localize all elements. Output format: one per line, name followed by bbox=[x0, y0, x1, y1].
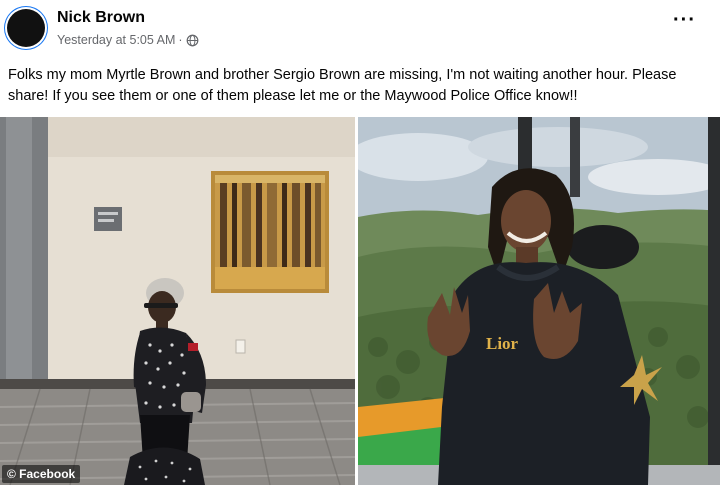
meta-separator: · bbox=[178, 33, 183, 47]
post-text: Folks my mom Myrtle Brown and brother Se… bbox=[8, 67, 677, 104]
post-meta: Yesterday at 5:05 AM · bbox=[57, 33, 199, 47]
globe-icon bbox=[186, 34, 198, 46]
more-options-button[interactable]: ··· bbox=[673, 10, 696, 30]
man-photo-image: Lior bbox=[358, 117, 720, 485]
profile-avatar[interactable] bbox=[7, 9, 45, 47]
photo-grid: © Facebook Lior bbox=[0, 117, 720, 485]
woman-photo-image bbox=[0, 117, 355, 485]
post-timestamp[interactable]: Yesterday at 5:05 AM bbox=[57, 33, 175, 47]
post-header: Nick Brown Yesterday at 5:05 AM · ··· bbox=[0, 0, 720, 62]
photo-left[interactable]: © Facebook bbox=[0, 117, 355, 485]
author-name[interactable]: Nick Brown bbox=[57, 9, 145, 27]
photo-right[interactable]: Lior bbox=[358, 117, 720, 485]
facebook-watermark: © Facebook bbox=[2, 465, 81, 483]
hoodie-logo-text: Lior bbox=[486, 334, 519, 353]
